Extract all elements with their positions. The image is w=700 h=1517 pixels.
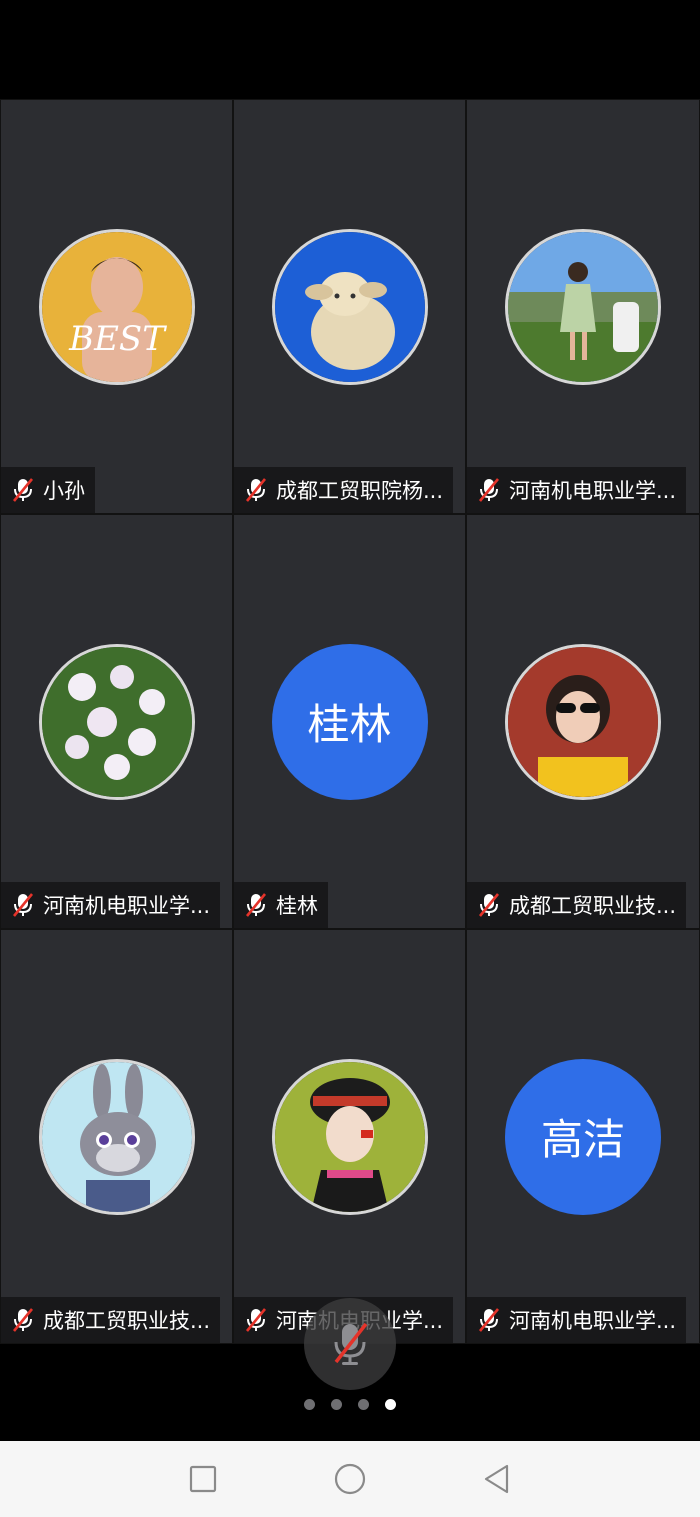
nameplate: 成都工贸职院杨...	[234, 467, 454, 513]
page-dot[interactable]	[358, 1399, 369, 1410]
meeting-screen: BEST 小孙 成都工贸职院杨... 河南机电职业学... 河南机电职业学...…	[0, 0, 700, 1517]
page-dot-active[interactable]	[385, 1399, 396, 1410]
participant-name: 小孙	[43, 479, 85, 503]
avatar	[505, 643, 661, 800]
home-circle-icon	[334, 1463, 366, 1495]
participant-name: 成都工贸职业技...	[43, 1309, 211, 1333]
nameplate: 河南机电职业学...	[467, 1297, 687, 1343]
mic-muted-icon	[478, 893, 500, 917]
mic-toggle-button[interactable]	[304, 1298, 396, 1390]
participant-name: 桂林	[276, 894, 318, 918]
participant-tile[interactable]: 河南机电职业学...	[466, 99, 700, 514]
participant-tile[interactable]: 高洁 河南机电职业学...	[466, 929, 700, 1344]
participant-name: 成都工贸职业技...	[509, 894, 677, 918]
avatar-photo-girl-headdress	[274, 1061, 425, 1212]
mic-muted-icon	[12, 478, 34, 502]
back-button[interactable]	[477, 1459, 517, 1499]
mic-muted-icon	[245, 893, 267, 917]
nameplate: 河南机电职业学...	[467, 467, 687, 513]
avatar-photo-white-flowers	[41, 646, 192, 797]
mic-muted-icon	[245, 1308, 267, 1332]
system-navigation-bar	[0, 1441, 700, 1517]
nameplate: 河南机电职业学...	[1, 882, 221, 928]
participant-tile[interactable]: 桂林 桂林	[233, 514, 466, 929]
participant-tile[interactable]: 河南机电职业学...	[0, 514, 233, 929]
avatar	[271, 1058, 428, 1215]
participant-name: 河南机电职业学...	[43, 894, 211, 918]
participant-tile[interactable]: 河南机电职业学...	[233, 929, 466, 1344]
nameplate: 小孙	[1, 467, 95, 513]
recents-square-icon	[190, 1465, 217, 1493]
nameplate: 成都工贸职业技...	[467, 882, 687, 928]
participant-name: 河南机电职业学...	[509, 1309, 677, 1333]
participant-grid: BEST 小孙 成都工贸职院杨... 河南机电职业学... 河南机电职业学...…	[0, 99, 700, 1344]
nameplate: 成都工贸职业技...	[1, 1297, 221, 1343]
home-button[interactable]	[330, 1459, 370, 1499]
avatar	[38, 643, 195, 800]
avatar-photo-plush-sheep	[274, 231, 425, 382]
page-dot[interactable]	[331, 1399, 342, 1410]
back-triangle-icon	[484, 1464, 508, 1494]
participant-tile[interactable]: BEST 小孙	[0, 99, 233, 514]
participant-tile[interactable]: 成都工贸职业技...	[466, 514, 700, 929]
nameplate: 桂林	[234, 882, 328, 928]
avatar-photo-boy-best: BEST	[41, 231, 192, 382]
participant-tile[interactable]: 成都工贸职院杨...	[233, 99, 466, 514]
mic-muted-icon	[245, 478, 267, 502]
mic-muted-icon	[12, 893, 34, 917]
svg-text:BEST: BEST	[68, 319, 167, 359]
participant-name: 成都工贸职院杨...	[276, 479, 444, 503]
mic-muted-icon	[334, 1322, 368, 1365]
page-indicator	[0, 1399, 700, 1410]
mic-muted-icon	[478, 1308, 500, 1332]
avatar-initials: 高洁	[505, 1058, 661, 1215]
avatar-initials: 桂林	[271, 643, 428, 800]
avatar-photo-girl-sunglasses	[508, 646, 658, 797]
mic-muted-icon	[12, 1308, 34, 1332]
participant-tile[interactable]: 成都工贸职业技...	[0, 929, 233, 1344]
avatar-photo-cartoon-bunny	[41, 1061, 192, 1212]
avatar	[38, 1058, 195, 1215]
mic-muted-icon	[478, 478, 500, 502]
page-dot[interactable]	[304, 1399, 315, 1410]
avatar	[505, 228, 661, 385]
avatar-photo-girl-garden	[508, 231, 658, 382]
avatar: BEST	[38, 228, 195, 385]
participant-name: 河南机电职业学...	[509, 479, 677, 503]
recents-button[interactable]	[183, 1459, 223, 1499]
avatar	[271, 228, 428, 385]
